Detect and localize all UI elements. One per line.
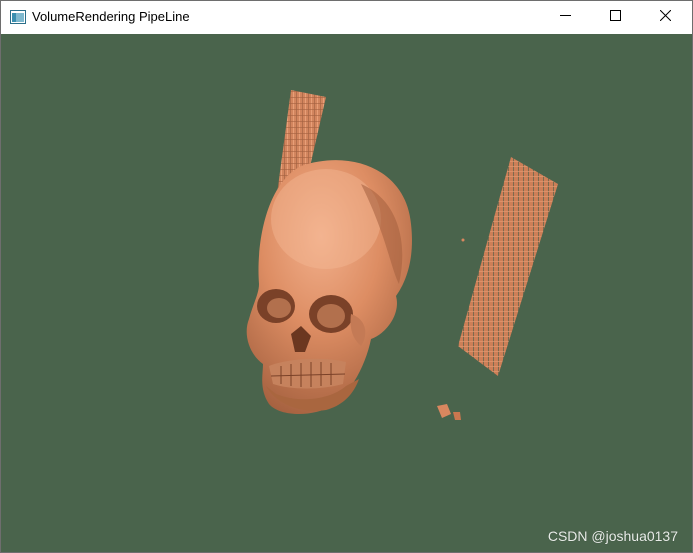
- minimize-button[interactable]: [542, 1, 588, 33]
- close-icon: [659, 8, 671, 26]
- volume-fragment: [453, 412, 461, 420]
- maximize-button[interactable]: [592, 1, 638, 33]
- volume-fragment: [461, 238, 465, 242]
- close-button[interactable]: [642, 1, 688, 33]
- window-title: VolumeRendering PipeLine: [32, 9, 190, 24]
- volume-render-canvas: [246, 90, 558, 420]
- volume-fragment: [437, 404, 451, 418]
- minimize-icon: [559, 8, 571, 26]
- volume-slab-right: [458, 157, 558, 376]
- title-bar[interactable]: VolumeRendering PipeLine: [1, 1, 692, 33]
- render-viewport[interactable]: CSDN @joshua0137: [1, 34, 692, 552]
- watermark-text: CSDN @joshua0137: [547, 528, 678, 544]
- skull-render: [246, 160, 412, 414]
- maximize-icon: [609, 8, 621, 26]
- app-window-icon: [10, 10, 26, 24]
- app-window: VolumeRendering PipeLine CSDN @joshua013…: [0, 0, 693, 553]
